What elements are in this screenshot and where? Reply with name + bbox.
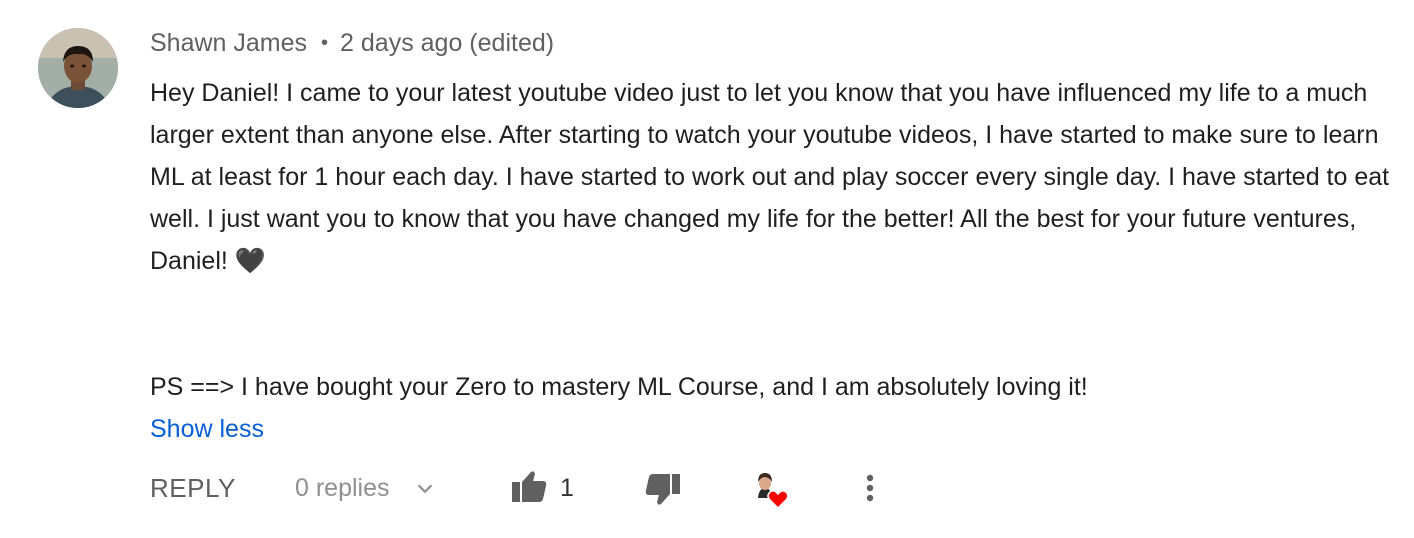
comment-actions: REPLY 0 replies 1: [150, 466, 910, 510]
thumbs-up-icon[interactable]: [510, 466, 550, 510]
author-name[interactable]: Shawn James: [150, 29, 307, 57]
comment-postscript: PS ==> I have bought your Zero to master…: [150, 373, 1088, 401]
chevron-down-icon: [414, 470, 436, 514]
like-count: 1: [560, 474, 574, 502]
comment-timestamp[interactable]: 2 days ago (edited): [340, 29, 554, 57]
replies-toggle[interactable]: 0 replies: [295, 466, 436, 514]
thumbs-down-icon[interactable]: [642, 466, 682, 510]
more-vert-icon[interactable]: [855, 466, 885, 510]
comment-header: Shawn James • 2 days ago (edited): [150, 24, 1400, 62]
replies-count: 0 replies: [295, 474, 390, 502]
comment-paragraph: Hey Daniel! I came to your latest youtub…: [150, 79, 1390, 275]
comment-thread: Shawn James • 2 days ago (edited) Hey Dani…: [0, 0, 1414, 538]
comment-body: Shawn James • 2 days ago (edited) Hey Dani…: [150, 24, 1400, 450]
show-less-link[interactable]: Show less: [150, 408, 264, 450]
separator-dot: •: [321, 32, 329, 54]
avatar-image: [38, 28, 118, 108]
comment-text: Hey Daniel! I came to your latest youtub…: [150, 72, 1395, 408]
author-avatar[interactable]: [38, 28, 118, 108]
creator-heart-icon[interactable]: [750, 466, 794, 510]
reply-button[interactable]: REPLY: [150, 466, 236, 510]
